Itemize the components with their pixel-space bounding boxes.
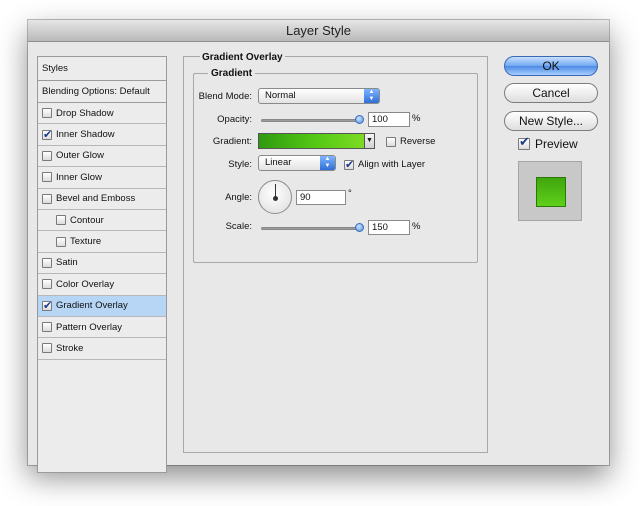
style-checkbox[interactable] xyxy=(42,172,52,183)
style-checkbox[interactable] xyxy=(42,257,52,268)
style-item-texture[interactable]: Texture xyxy=(38,231,166,253)
angle-dial[interactable] xyxy=(258,180,292,214)
align-with-layer-label: Align with Layer xyxy=(358,159,426,170)
blend-mode-select[interactable]: Normal ▲ ▼ xyxy=(258,88,380,104)
style-item-label: Pattern Overlay xyxy=(56,321,122,333)
style-checkbox[interactable] xyxy=(42,150,52,161)
styles-header[interactable]: Styles xyxy=(38,57,166,81)
new-style-button[interactable]: New Style... xyxy=(504,111,598,131)
style-item-stroke[interactable]: Stroke xyxy=(38,338,166,360)
select-arrows-icon: ▲ ▼ xyxy=(320,156,335,170)
reverse-checkbox-row[interactable]: Reverse xyxy=(386,136,435,147)
style-select[interactable]: Linear ▲ ▼ xyxy=(258,155,336,171)
style-item-label: Stroke xyxy=(56,342,84,354)
angle-pivot xyxy=(273,196,278,201)
scale-unit: % xyxy=(412,221,421,232)
style-item-inner-glow[interactable]: Inner Glow xyxy=(38,167,166,189)
reverse-checkbox[interactable] xyxy=(386,136,396,147)
gradient-dropdown-icon[interactable]: ▼ xyxy=(365,133,375,149)
style-item-inner-shadow[interactable]: Inner Shadow xyxy=(38,124,166,146)
style-label: Style: xyxy=(228,159,252,170)
scale-input[interactable]: 150 xyxy=(368,220,410,235)
style-item-bevel-and-emboss[interactable]: Bevel and Emboss xyxy=(38,189,166,210)
select-arrows-icon: ▲ ▼ xyxy=(364,89,379,103)
style-item-contour[interactable]: Contour xyxy=(38,210,166,232)
preview-label: Preview xyxy=(535,137,578,151)
preview-thumbnail xyxy=(518,161,582,221)
window-title: Layer Style xyxy=(28,20,609,42)
style-checkbox[interactable] xyxy=(42,343,52,354)
style-item-label: Bevel and Emboss xyxy=(56,193,136,205)
opacity-slider[interactable] xyxy=(261,119,363,122)
gradient-picker[interactable] xyxy=(258,133,365,149)
angle-input[interactable]: 90 xyxy=(296,190,346,205)
scale-slider[interactable] xyxy=(261,227,363,230)
style-item-label: Outer Glow xyxy=(56,150,105,162)
angle-label: Angle: xyxy=(225,192,252,203)
scale-label: Scale: xyxy=(225,221,252,232)
style-checkbox[interactable] xyxy=(42,279,52,290)
style-checkbox[interactable] xyxy=(42,299,52,312)
style-item-pattern-overlay[interactable]: Pattern Overlay xyxy=(38,317,166,339)
opacity-label: Opacity: xyxy=(217,114,252,125)
blend-mode-value: Normal xyxy=(265,90,296,101)
opacity-unit: % xyxy=(412,113,421,124)
style-item-label: Inner Glow xyxy=(56,171,102,183)
scale-slider-thumb[interactable] xyxy=(355,223,364,232)
cancel-button[interactable]: Cancel xyxy=(504,83,598,103)
preview-checkbox-row[interactable]: Preview xyxy=(518,135,578,151)
style-item-label: Texture xyxy=(70,236,102,248)
style-item-label: Inner Shadow xyxy=(56,129,115,141)
style-item-label: Contour xyxy=(70,214,104,226)
style-item-drop-shadow[interactable]: Drop Shadow xyxy=(38,103,166,125)
style-value: Linear xyxy=(265,157,292,168)
ok-button[interactable]: OK xyxy=(504,56,598,76)
style-checkbox[interactable] xyxy=(56,215,66,226)
blend-mode-label: Blend Mode: xyxy=(198,91,252,102)
opacity-slider-thumb[interactable] xyxy=(355,115,364,124)
style-checkbox[interactable] xyxy=(42,193,52,204)
style-item-label: Color Overlay xyxy=(56,278,115,290)
style-item-outer-glow[interactable]: Outer Glow xyxy=(38,146,166,168)
align-with-layer-checkbox[interactable] xyxy=(344,158,354,171)
style-item-satin[interactable]: Satin xyxy=(38,253,166,275)
preview-checkbox[interactable] xyxy=(518,135,530,150)
preview-swatch xyxy=(536,177,566,207)
reverse-label: Reverse xyxy=(400,136,436,147)
style-item-color-overlay[interactable]: Color Overlay xyxy=(38,274,166,296)
align-checkbox-row[interactable]: Align with Layer xyxy=(344,158,426,171)
style-checkbox[interactable] xyxy=(42,128,52,141)
style-item-label: Satin xyxy=(56,257,78,269)
style-item-label: Drop Shadow xyxy=(56,107,114,119)
style-item-label: Gradient Overlay xyxy=(56,300,128,312)
angle-unit: ° xyxy=(348,188,352,199)
style-checkbox[interactable] xyxy=(42,108,52,119)
style-checkbox[interactable] xyxy=(42,322,52,333)
gradient-label: Gradient: xyxy=(212,136,252,147)
style-checkbox[interactable] xyxy=(56,236,66,247)
style-item-gradient-overlay[interactable]: Gradient Overlay xyxy=(38,295,166,317)
styles-list: Styles Blending Options: Default Drop Sh… xyxy=(37,56,167,473)
group-title: Gradient xyxy=(208,68,256,79)
blending-options-item[interactable]: Blending Options: Default xyxy=(38,81,166,103)
section-title: Gradient Overlay xyxy=(200,52,285,63)
opacity-input[interactable]: 100 xyxy=(368,112,410,127)
